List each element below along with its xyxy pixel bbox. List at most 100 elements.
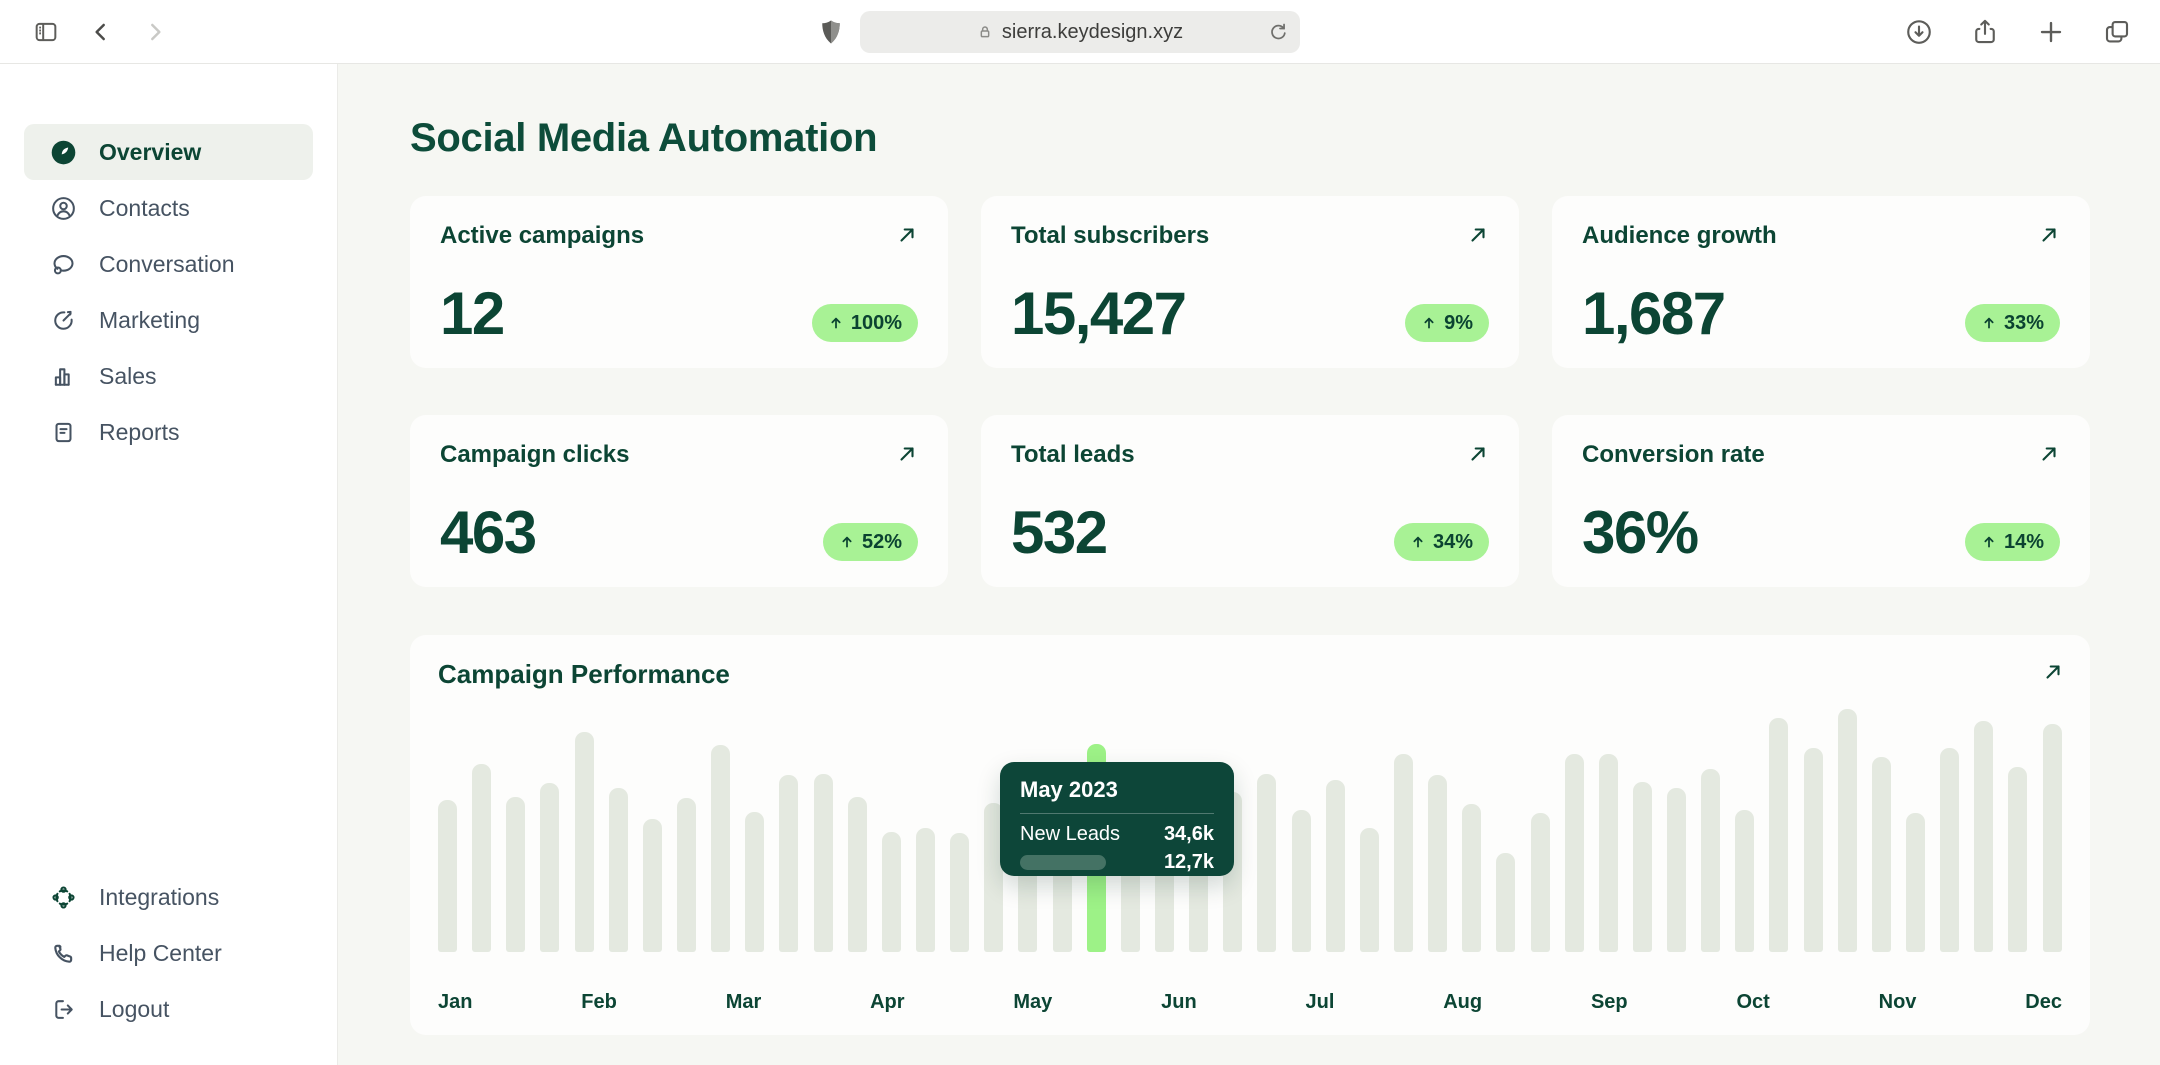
bar[interactable] [1360,828,1379,952]
sidebar-item-contacts[interactable]: Contacts [24,180,313,236]
sidebar-item-label: Contacts [99,195,190,222]
x-axis-label: May [1013,991,1052,1014]
tooltip-progress-pill [1020,855,1106,870]
logout-icon [50,996,77,1023]
bar[interactable] [575,732,594,952]
reload-icon[interactable] [1267,21,1289,43]
bar[interactable] [1257,774,1276,952]
external-link-icon[interactable] [2038,443,2060,465]
sidebar-toggle-icon[interactable] [32,18,60,46]
sidebar-item-label: Help Center [99,940,222,967]
address-bar[interactable]: sierra.keydesign.xyz [860,11,1300,53]
bar[interactable] [1496,853,1515,952]
kpi-trend-badge: 9% [1405,304,1489,342]
bar[interactable] [848,797,867,952]
bar[interactable] [882,832,901,952]
sidebar-item-marketing[interactable]: Marketing [24,292,313,348]
bar[interactable] [472,764,491,952]
compass-icon [50,139,77,166]
bar[interactable] [540,783,559,952]
bar[interactable] [745,812,764,952]
sidebar-item-integrations[interactable]: Integrations [24,869,313,925]
sidebar-item-sales[interactable]: Sales [24,348,313,404]
bar[interactable] [1428,775,1447,952]
sidebar-item-reports[interactable]: Reports [24,404,313,460]
badge-percent: 14% [2004,530,2044,554]
tabs-icon[interactable] [2102,17,2132,47]
bar[interactable] [916,828,935,952]
x-axis-label: Apr [870,991,904,1014]
bar[interactable] [1735,810,1754,952]
badge-percent: 33% [2004,311,2044,335]
bar[interactable] [438,800,457,952]
kpi-card-conversion-rate: Conversion rate36%14% [1552,415,2090,587]
kpi-trend-badge: 100% [812,304,918,342]
kpi-trend-badge: 34% [1394,523,1489,561]
badge-percent: 9% [1444,311,1473,335]
chart-tooltip: May 2023 New Leads 34,6k 12,7k [1000,762,1234,876]
bar[interactable] [1531,813,1550,952]
contacts-icon [50,195,77,222]
bar[interactable] [1906,813,1925,952]
kpi-value: 15,427 [1011,285,1186,342]
external-link-icon[interactable] [896,224,918,246]
tooltip-secondary-value: 12,7k [1164,851,1214,874]
bar[interactable] [1633,782,1652,952]
bar[interactable] [1872,757,1891,952]
bar[interactable] [1974,721,1993,952]
sidebar-footer: Integrations Help Center Logout [24,869,313,1037]
sidebar-item-overview[interactable]: Overview [24,124,313,180]
bar[interactable] [643,819,662,952]
privacy-shield-icon[interactable] [816,16,846,48]
arrow-up-icon [828,315,844,331]
sidebar-item-label: Overview [99,139,201,166]
external-link-icon[interactable] [2038,224,2060,246]
x-axis-label: Sep [1591,991,1628,1014]
bar[interactable] [950,833,969,952]
external-link-icon[interactable] [1467,443,1489,465]
download-icon[interactable] [1904,17,1934,47]
bar[interactable] [1940,748,1959,952]
bar[interactable] [609,788,628,952]
forward-icon[interactable] [142,19,168,45]
bar[interactable] [2043,724,2062,952]
bar[interactable] [711,745,730,952]
badge-percent: 52% [862,530,902,554]
arrow-up-icon [1410,534,1426,550]
back-icon[interactable] [88,19,114,45]
integrations-icon [50,884,77,911]
x-axis-label: Oct [1736,991,1769,1014]
bar[interactable] [1462,804,1481,952]
phone-icon [50,940,77,967]
bar[interactable] [1394,754,1413,952]
x-axis-label: Dec [2025,991,2062,1014]
external-link-icon[interactable] [2042,661,2064,683]
bar[interactable] [1599,754,1618,952]
target-icon [50,307,77,334]
external-link-icon[interactable] [1467,224,1489,246]
bar[interactable] [1701,769,1720,952]
new-tab-icon[interactable] [2036,17,2066,47]
bar[interactable] [814,774,833,952]
bar[interactable] [1565,754,1584,952]
bar[interactable] [1838,709,1857,952]
sidebar-item-help-center[interactable]: Help Center [24,925,313,981]
sidebar-item-conversation[interactable]: Conversation [24,236,313,292]
sidebar-item-label: Conversation [99,251,235,278]
report-icon [50,419,77,446]
url-text: sierra.keydesign.xyz [1002,21,1183,44]
bar[interactable] [779,775,798,952]
arrow-up-icon [1981,534,1997,550]
share-icon[interactable] [1970,17,2000,47]
bar[interactable] [1667,788,1686,952]
bar[interactable] [1769,718,1788,952]
sidebar-item-logout[interactable]: Logout [24,981,313,1037]
bar[interactable] [506,797,525,952]
bar[interactable] [2008,767,2027,952]
arrow-up-icon [1981,315,1997,331]
bar[interactable] [1326,780,1345,952]
external-link-icon[interactable] [896,443,918,465]
bar[interactable] [1804,748,1823,952]
bar[interactable] [1292,810,1311,952]
bar[interactable] [677,798,696,952]
